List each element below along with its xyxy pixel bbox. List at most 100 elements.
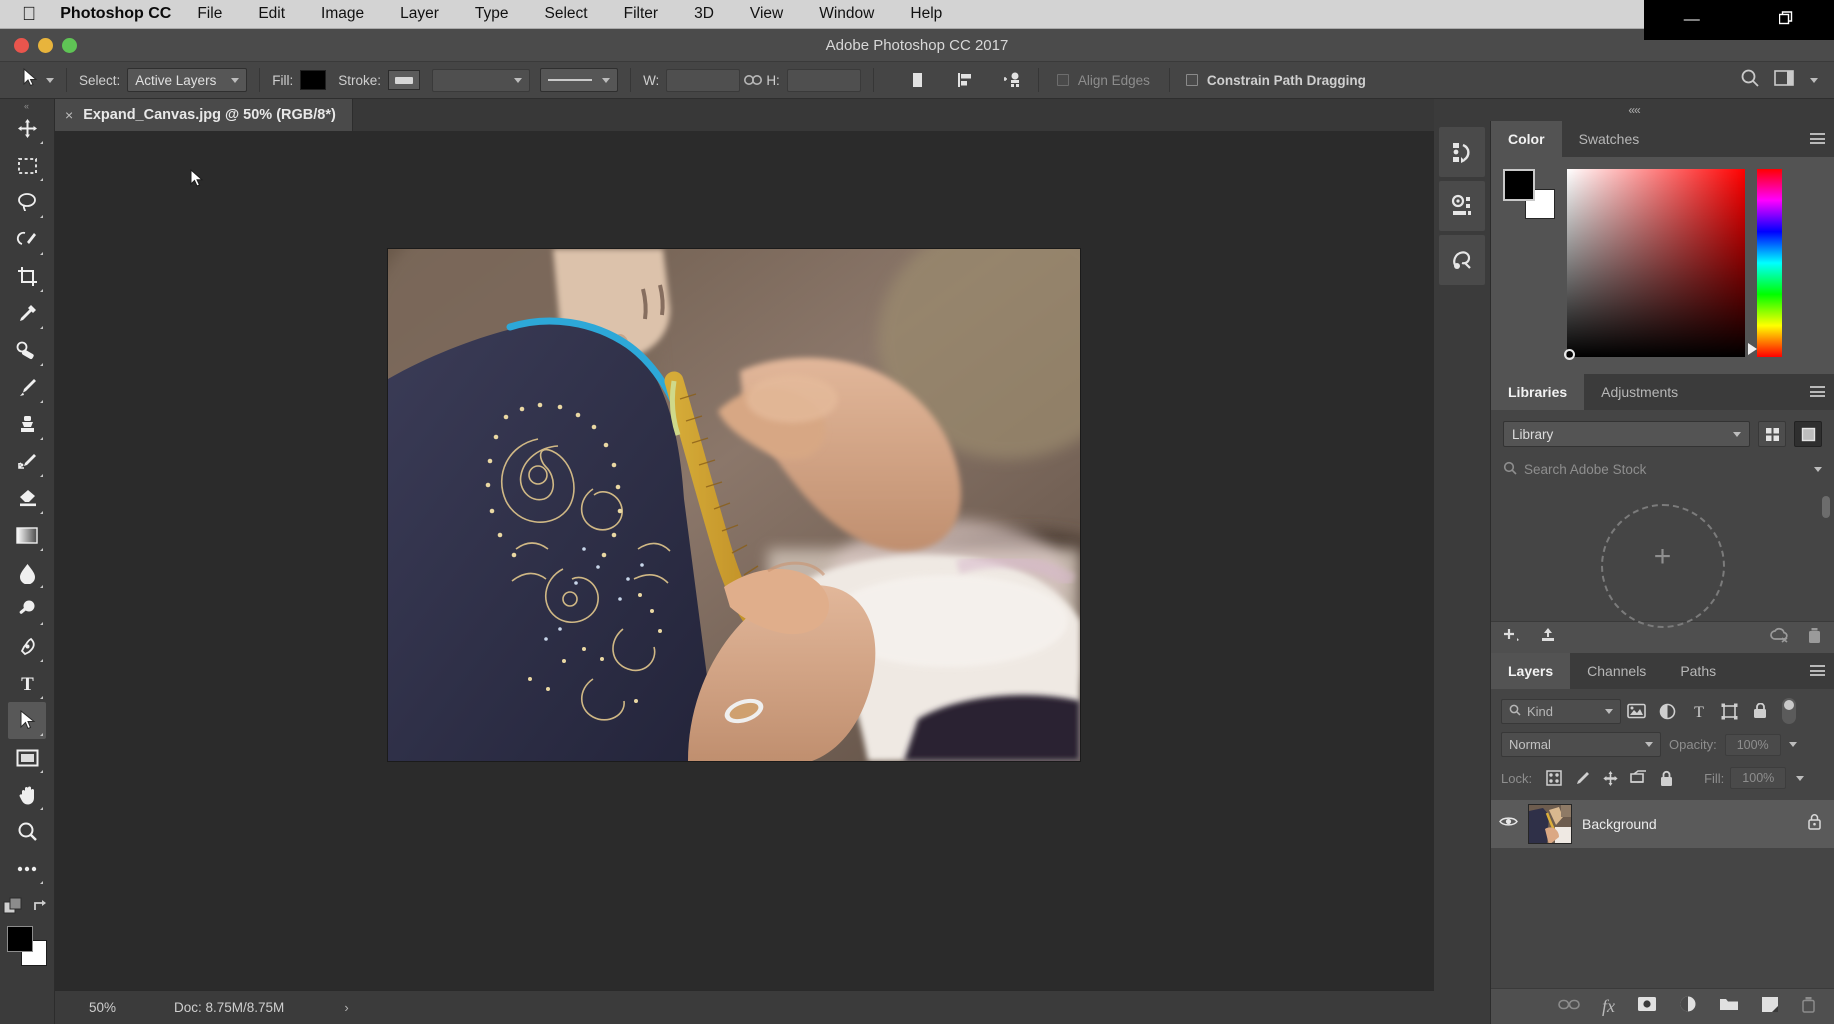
search-icon[interactable] [1740, 68, 1760, 93]
panel-menu-icon[interactable] [1810, 386, 1825, 397]
history-panel-icon[interactable] [1439, 127, 1485, 177]
spot-healing-brush-tool[interactable] [8, 332, 46, 369]
constrain-path-dragging-checkbox[interactable]: Constrain Path Dragging [1185, 73, 1373, 88]
zoom-level-field[interactable]: 50% [55, 1000, 150, 1015]
chevron-down-icon[interactable] [1810, 77, 1818, 83]
fill-value[interactable]: 100% [1730, 767, 1787, 789]
menu-item-select[interactable]: Select [545, 5, 588, 23]
hand-tool[interactable] [8, 776, 46, 813]
opacity-value[interactable]: 100% [1724, 733, 1781, 756]
filter-adjustment-icon[interactable] [1652, 699, 1683, 724]
foreground-color-swatch[interactable] [7, 926, 33, 952]
filter-enable-toggle[interactable] [1782, 698, 1796, 724]
properties-panel-icon[interactable] [1439, 181, 1485, 231]
gradient-tool[interactable] [8, 517, 46, 554]
chevron-down-icon[interactable] [1788, 742, 1797, 747]
menu-item-type[interactable]: Type [475, 5, 509, 23]
close-icon[interactable]: × [65, 107, 73, 123]
foreground-background-colors[interactable] [7, 926, 47, 966]
tab-libraries[interactable]: Libraries [1491, 374, 1585, 410]
tool-preset-chevron-down-icon[interactable] [46, 77, 54, 83]
dodge-tool[interactable] [8, 591, 46, 628]
height-input[interactable] [786, 68, 861, 92]
menu-item-layer[interactable]: Layer [400, 5, 439, 23]
tab-channels[interactable]: Channels [1570, 653, 1664, 689]
clone-stamp-tool[interactable] [8, 406, 46, 443]
add-element-icon[interactable] [1503, 627, 1521, 648]
align-edges-checkbox[interactable]: Align Edges [1056, 73, 1157, 88]
menu-app-name[interactable]: Photoshop CC [60, 5, 171, 23]
menu-item-view[interactable]: View [750, 5, 783, 23]
document-canvas[interactable] [388, 249, 1080, 761]
lock-artboard-nesting-icon[interactable] [1624, 766, 1652, 790]
hue-slider-handle[interactable] [1748, 343, 1757, 355]
sync-off-icon[interactable] [1769, 627, 1789, 649]
brush-tool[interactable] [8, 369, 46, 406]
tab-swatches[interactable]: Swatches [1561, 121, 1657, 157]
link-icon[interactable] [740, 68, 766, 92]
menu-item-image[interactable]: Image [321, 5, 364, 23]
path-selection-tool[interactable] [8, 702, 46, 739]
filter-type-icon[interactable]: T [1683, 699, 1714, 724]
link-layers-icon[interactable] [1558, 998, 1580, 1016]
edit-toolbar-tool[interactable] [8, 850, 46, 887]
lock-transparent-pixels-icon[interactable] [1540, 766, 1568, 790]
select-mode-dropdown[interactable]: Active Layers [127, 68, 248, 92]
blur-tool[interactable] [8, 554, 46, 591]
toolbar-collapse-handle[interactable]: « [16, 102, 38, 111]
path-arrangement-icon[interactable] [1000, 68, 1026, 92]
search-input[interactable]: Search Adobe Stock [1503, 456, 1806, 482]
tab-color[interactable]: Color [1491, 121, 1562, 157]
panel-menu-icon[interactable] [1810, 665, 1825, 676]
path-operations-icon[interactable] [904, 68, 930, 92]
lock-icon[interactable] [1807, 813, 1822, 835]
foreground-color-swatch[interactable] [1503, 169, 1535, 201]
eyedropper-tool[interactable] [8, 295, 46, 332]
new-adjustment-layer-icon[interactable] [1679, 995, 1697, 1018]
path-alignment-icon[interactable] [952, 68, 978, 92]
rectangular-marquee-tool[interactable] [8, 147, 46, 184]
document-tab[interactable]: × Expand_Canvas.jpg @ 50% (RGB/8*) [55, 99, 353, 131]
menu-item-file[interactable]: File [197, 5, 222, 23]
table-row[interactable]: Background [1491, 800, 1834, 848]
horizontal-type-tool[interactable]: T [8, 665, 46, 702]
maximize-button[interactable] [1763, 5, 1810, 36]
tab-paths[interactable]: Paths [1663, 653, 1734, 689]
styles-panel-icon[interactable] [1439, 235, 1485, 285]
menu-item-help[interactable]: Help [910, 5, 942, 23]
menu-item-3d[interactable]: 3D [694, 5, 714, 23]
color-picker-handle[interactable] [1564, 349, 1575, 360]
menu-item-filter[interactable]: Filter [624, 5, 658, 23]
panel-menu-icon[interactable] [1810, 133, 1825, 144]
canvas-area[interactable] [55, 131, 1434, 990]
history-brush-tool[interactable] [8, 443, 46, 480]
stroke-width-field[interactable] [432, 68, 531, 92]
lock-all-icon[interactable] [1652, 766, 1680, 790]
apple-logo-icon[interactable]:  [22, 5, 36, 24]
tab-layers[interactable]: Layers [1491, 653, 1571, 689]
library-dropdown[interactable]: Library [1503, 421, 1750, 447]
minimize-button[interactable]: — [1668, 6, 1716, 34]
dock-collapse-bar[interactable]: «« [1434, 99, 1834, 121]
filter-shape-icon[interactable] [1714, 699, 1745, 724]
lock-position-icon[interactable] [1596, 766, 1624, 790]
tab-adjustments[interactable]: Adjustments [1584, 374, 1696, 410]
fill-color-swatch[interactable] [300, 70, 327, 90]
new-group-icon[interactable] [1719, 996, 1739, 1017]
filter-image-icon[interactable] [1621, 699, 1652, 724]
status-expander-icon[interactable]: › [344, 1000, 348, 1015]
quick-selection-tool[interactable] [8, 221, 46, 258]
blend-mode-dropdown[interactable]: Normal [1501, 732, 1661, 757]
pen-tool[interactable] [8, 628, 46, 665]
color-panel-fg-bg[interactable] [1503, 169, 1555, 219]
lasso-tool[interactable] [8, 184, 46, 221]
delete-layer-icon[interactable] [1801, 996, 1816, 1018]
eye-icon[interactable] [1499, 815, 1518, 833]
screen-mode-icon[interactable] [33, 898, 51, 919]
stroke-color-swatch[interactable] [388, 70, 421, 90]
delete-icon[interactable] [1807, 627, 1822, 649]
current-tool-indicator[interactable] [22, 67, 54, 92]
list-view-icon[interactable] [1794, 421, 1822, 447]
rectangle-tool[interactable] [8, 739, 46, 776]
new-layer-icon[interactable] [1761, 996, 1779, 1018]
